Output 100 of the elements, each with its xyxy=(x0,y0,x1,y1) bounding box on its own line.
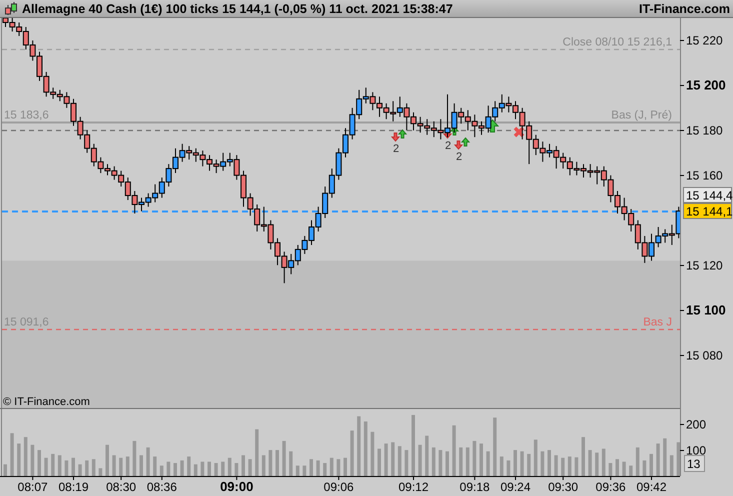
volume-bar xyxy=(438,450,442,476)
volume-bar xyxy=(676,442,680,476)
volume-bar xyxy=(493,418,497,476)
volume-bar xyxy=(194,464,198,476)
axis-label: 15 120 xyxy=(686,258,723,272)
time-label: 09:36 xyxy=(596,480,626,494)
level-label: Close 08/10 15 216,1 xyxy=(562,36,672,48)
volume-bar xyxy=(92,459,96,476)
volume-bar xyxy=(412,414,415,476)
volume-bar xyxy=(602,448,606,476)
volume-bar xyxy=(459,447,463,476)
brand-name: IT-Finance.com xyxy=(639,2,730,16)
axis-label: 15 100 xyxy=(686,302,726,318)
volume-bar xyxy=(132,440,136,476)
time-label: 08:30 xyxy=(106,480,136,494)
window-title: Allemagne 40 Cash (1€) 100 ticks 15 144,1 (-0,05 %) 11 oct. 2021 15:38:47 xyxy=(22,2,453,16)
time-label: 08:36 xyxy=(146,480,177,494)
volume-bar xyxy=(289,451,293,476)
volume-bar xyxy=(310,459,313,476)
volume-bar xyxy=(166,462,170,476)
volume-bar xyxy=(276,450,279,476)
volume-bar xyxy=(378,448,381,476)
volume-bar xyxy=(520,451,524,476)
volume-bar xyxy=(506,460,510,476)
volume-bar xyxy=(466,447,470,476)
axis-label: 15 160 xyxy=(686,168,723,182)
volume-bar xyxy=(44,458,48,476)
volume-bar xyxy=(670,455,674,476)
volume-bar xyxy=(58,455,62,476)
volume-bar xyxy=(432,447,436,476)
volume-bar xyxy=(561,458,565,476)
volume-bar xyxy=(554,455,558,476)
time-label: 09:06 xyxy=(324,480,354,494)
volume-bar xyxy=(622,462,626,476)
time-label: 09:00 xyxy=(220,479,254,494)
volume-bar xyxy=(146,447,150,476)
copyright-text: © IT-Finance.com xyxy=(3,396,90,408)
down-arrow-icon xyxy=(390,132,400,142)
volume-bar xyxy=(214,463,218,476)
volume-bar xyxy=(255,429,259,476)
volume-bar xyxy=(418,444,422,476)
volume-bar xyxy=(514,450,517,476)
volume-bar xyxy=(330,458,334,476)
volume-bar xyxy=(574,457,578,476)
level-value: 15 183,6 xyxy=(4,110,49,122)
level-label: Bas J xyxy=(643,316,672,328)
volume-bar xyxy=(112,455,116,476)
volume-bar xyxy=(248,459,252,476)
volume-bar xyxy=(323,463,327,476)
volume-bar xyxy=(119,458,123,476)
volume-bar xyxy=(208,462,211,476)
volume-bar xyxy=(282,440,286,476)
volume-bar xyxy=(629,466,633,476)
volume-bar xyxy=(174,463,177,476)
volume-bar xyxy=(78,464,82,476)
volume-bar xyxy=(548,450,551,476)
volume-bar xyxy=(106,444,109,476)
volume-bar xyxy=(656,444,660,476)
axis-label: 15 200 xyxy=(686,78,726,92)
time-label: 08:07 xyxy=(18,480,48,494)
volume-bar xyxy=(268,450,272,476)
volume-bar xyxy=(180,460,184,476)
volume-bar xyxy=(452,425,456,476)
volume-bar xyxy=(30,444,34,476)
volume-bar xyxy=(527,454,531,476)
signal-count: 2 xyxy=(444,140,452,152)
volume-bar xyxy=(404,450,408,476)
volume-bar xyxy=(642,460,646,476)
volume-bar xyxy=(588,450,592,476)
volume-bar xyxy=(540,451,544,476)
axis-label: 200 xyxy=(686,418,706,432)
volume-bar xyxy=(85,460,89,476)
volume-bar xyxy=(486,451,490,476)
candlestick-icon xyxy=(4,2,18,16)
volume-bar xyxy=(336,459,340,476)
signal-count: 2 xyxy=(456,151,462,163)
time-label: 09:24 xyxy=(500,480,531,494)
volume-badge: 13 xyxy=(684,455,705,472)
volume-bar xyxy=(398,446,402,476)
volume-bar xyxy=(10,433,14,476)
time-label: 09:12 xyxy=(398,480,429,494)
axis-label: 15 180 xyxy=(686,124,723,138)
volume-bar xyxy=(480,444,483,476)
volume-bar xyxy=(595,452,599,476)
volume-bar xyxy=(636,447,640,476)
up-arrow-icon xyxy=(398,129,408,138)
volume-bar xyxy=(616,459,619,476)
volume-bar xyxy=(242,455,245,476)
volume-bar xyxy=(234,463,238,476)
volume-bar xyxy=(650,454,653,476)
volume-bar xyxy=(446,451,449,476)
volume-bar xyxy=(126,456,130,476)
volume-bar xyxy=(582,437,585,476)
volume-bar xyxy=(64,460,68,476)
volume-bar xyxy=(500,456,504,476)
volume-bar xyxy=(608,463,612,476)
volume-bar xyxy=(17,444,21,476)
volume-bar xyxy=(472,440,476,476)
volume-bar xyxy=(357,416,361,476)
volume-bar xyxy=(534,440,538,476)
